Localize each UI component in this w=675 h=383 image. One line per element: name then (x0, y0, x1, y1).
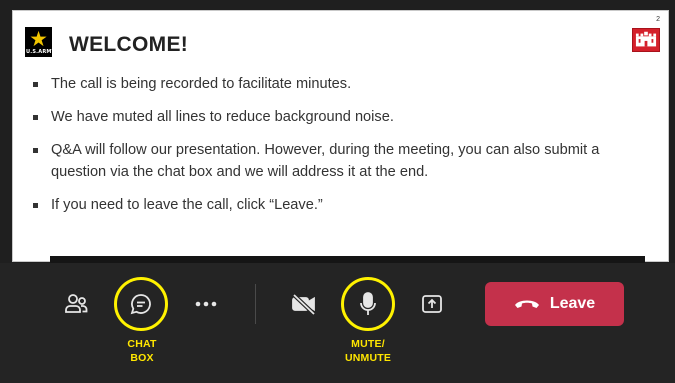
participants-button[interactable] (56, 284, 96, 324)
microphone-icon (360, 292, 376, 315)
presentation-slide: ★ U.S.ARMY WELCOME! 2 The call is being … (12, 10, 669, 262)
us-army-logo: ★ U.S.ARMY (25, 27, 56, 57)
callout-line: MUTE/ (351, 338, 385, 350)
slide-page-number: 2 (656, 16, 660, 23)
callout-line: UNMUTE (344, 352, 392, 364)
chat-button[interactable] (121, 284, 161, 324)
more-options-button[interactable] (186, 284, 226, 324)
bullet-item: The call is being recorded to facilitate… (27, 73, 647, 95)
phone-hangup-icon (514, 300, 539, 308)
chat-box-callout: CHAT BOX (112, 337, 172, 365)
people-icon (65, 294, 88, 313)
more-icon (195, 301, 217, 307)
callout-line: CHAT (127, 338, 157, 350)
slide-title: WELCOME! (69, 33, 189, 56)
leave-button-label: Leave (549, 295, 596, 312)
leave-button[interactable]: Leave (485, 282, 624, 326)
army-star-icon: ★ (29, 27, 48, 51)
camera-off-icon (292, 293, 316, 315)
stage-divider (50, 256, 645, 263)
bullet-item: If you need to leave the call, click “Le… (27, 194, 647, 216)
toolbar-divider (255, 284, 256, 324)
meeting-toolbar: CHAT BOX MUTE/ UNMUTE Leave (0, 263, 675, 383)
share-content-button[interactable] (412, 284, 452, 324)
share-tray-icon (422, 295, 442, 313)
slide-bullet-list: The call is being recorded to facilitate… (27, 73, 647, 227)
chat-icon (130, 294, 151, 315)
army-logo-text: U.S.ARMY (26, 49, 56, 55)
bullet-item: We have muted all lines to reduce backgr… (27, 106, 647, 128)
callout-line: BOX (130, 352, 154, 364)
army-corps-castle-logo (632, 28, 660, 52)
mute-unmute-callout: MUTE/ UNMUTE (333, 337, 403, 365)
microphone-button[interactable] (348, 284, 388, 324)
bullet-item: Q&A will follow our presentation. Howeve… (27, 139, 647, 183)
camera-toggle-button[interactable] (284, 284, 324, 324)
